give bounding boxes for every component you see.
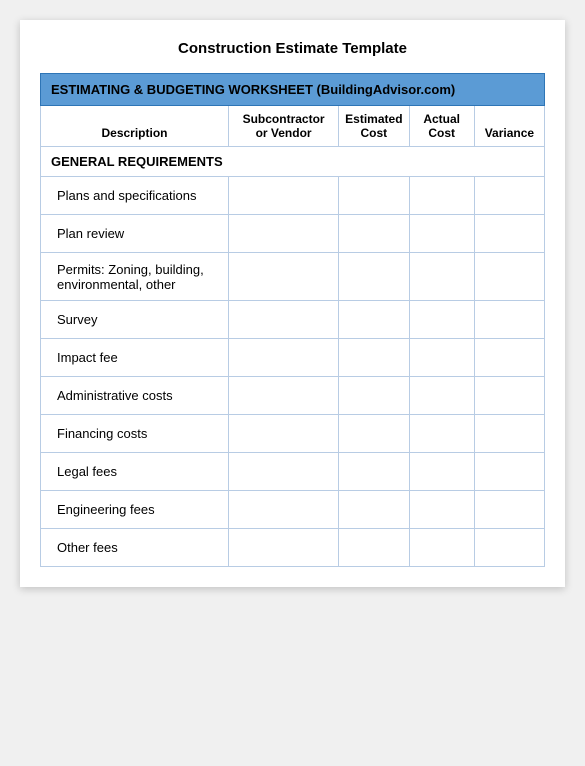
col-variance: Variance — [474, 106, 544, 147]
row-actual-cost[interactable] — [409, 177, 474, 215]
row-variance[interactable] — [474, 301, 544, 339]
table-row: Administrative costs — [41, 377, 545, 415]
row-estimated-cost[interactable] — [339, 253, 409, 301]
table-row: Engineering fees — [41, 491, 545, 529]
row-actual-cost[interactable] — [409, 253, 474, 301]
row-label: Other fees — [41, 529, 229, 567]
row-actual-cost[interactable] — [409, 377, 474, 415]
section-header-label: GENERAL REQUIREMENTS — [41, 147, 545, 177]
row-variance[interactable] — [474, 377, 544, 415]
row-estimated-cost[interactable] — [339, 177, 409, 215]
table-row: Legal fees — [41, 453, 545, 491]
row-label: Survey — [41, 301, 229, 339]
table-row: Impact fee — [41, 339, 545, 377]
row-label: Permits: Zoning, building, environmental… — [41, 253, 229, 301]
row-subcontractor[interactable] — [229, 301, 339, 339]
row-actual-cost[interactable] — [409, 453, 474, 491]
worksheet-header-row: ESTIMATING & BUDGETING WORKSHEET (Buildi… — [41, 74, 545, 106]
row-subcontractor[interactable] — [229, 215, 339, 253]
row-label: Engineering fees — [41, 491, 229, 529]
row-estimated-cost[interactable] — [339, 301, 409, 339]
row-estimated-cost[interactable] — [339, 529, 409, 567]
row-actual-cost[interactable] — [409, 415, 474, 453]
row-label: Legal fees — [41, 453, 229, 491]
table-row: Plans and specifications — [41, 177, 545, 215]
section-header-row: GENERAL REQUIREMENTS — [41, 147, 545, 177]
row-variance[interactable] — [474, 253, 544, 301]
row-variance[interactable] — [474, 215, 544, 253]
row-subcontractor[interactable] — [229, 415, 339, 453]
row-actual-cost[interactable] — [409, 215, 474, 253]
row-estimated-cost[interactable] — [339, 377, 409, 415]
row-estimated-cost[interactable] — [339, 415, 409, 453]
col-subcontractor: Subcontractor or Vendor — [229, 106, 339, 147]
row-label: Administrative costs — [41, 377, 229, 415]
row-estimated-cost[interactable] — [339, 453, 409, 491]
row-variance[interactable] — [474, 453, 544, 491]
row-variance[interactable] — [474, 339, 544, 377]
row-subcontractor[interactable] — [229, 253, 339, 301]
worksheet-header-label: ESTIMATING & BUDGETING WORKSHEET (Buildi… — [41, 74, 545, 106]
row-subcontractor[interactable] — [229, 177, 339, 215]
table-row: Financing costs — [41, 415, 545, 453]
row-actual-cost[interactable] — [409, 529, 474, 567]
col-estimated-cost: Estimated Cost — [339, 106, 409, 147]
worksheet-table: ESTIMATING & BUDGETING WORKSHEET (Buildi… — [40, 73, 545, 567]
row-actual-cost[interactable] — [409, 301, 474, 339]
row-label: Plan review — [41, 215, 229, 253]
row-subcontractor[interactable] — [229, 377, 339, 415]
row-variance[interactable] — [474, 491, 544, 529]
table-row: Survey — [41, 301, 545, 339]
table-row: Permits: Zoning, building, environmental… — [41, 253, 545, 301]
row-variance[interactable] — [474, 415, 544, 453]
row-label: Plans and specifications — [41, 177, 229, 215]
row-subcontractor[interactable] — [229, 529, 339, 567]
row-subcontractor[interactable] — [229, 453, 339, 491]
row-subcontractor[interactable] — [229, 491, 339, 529]
page-container: Construction Estimate Template ESTIMATIN… — [20, 20, 565, 587]
row-variance[interactable] — [474, 177, 544, 215]
row-estimated-cost[interactable] — [339, 339, 409, 377]
table-row: Other fees — [41, 529, 545, 567]
row-label: Financing costs — [41, 415, 229, 453]
row-variance[interactable] — [474, 529, 544, 567]
col-actual-cost: Actual Cost — [409, 106, 474, 147]
column-header-row: Description Subcontractor or Vendor Esti… — [41, 106, 545, 147]
page-title: Construction Estimate Template — [40, 40, 545, 57]
row-subcontractor[interactable] — [229, 339, 339, 377]
row-actual-cost[interactable] — [409, 491, 474, 529]
row-estimated-cost[interactable] — [339, 215, 409, 253]
row-estimated-cost[interactable] — [339, 491, 409, 529]
row-label: Impact fee — [41, 339, 229, 377]
table-row: Plan review — [41, 215, 545, 253]
col-description: Description — [41, 106, 229, 147]
row-actual-cost[interactable] — [409, 339, 474, 377]
